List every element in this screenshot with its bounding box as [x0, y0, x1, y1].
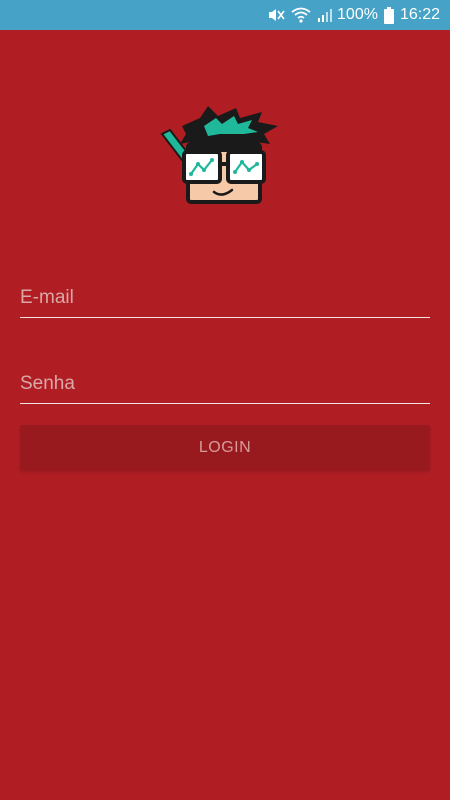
signal-icon	[317, 7, 333, 23]
login-screen: 100% 16:22 E-mail LOGIN	[0, 0, 450, 800]
battery-icon	[383, 6, 394, 24]
wifi-icon	[291, 7, 311, 23]
status-bar: 100% 16:22	[0, 0, 450, 30]
clock: 16:22	[399, 6, 440, 23]
password-field[interactable]	[20, 364, 430, 404]
nerd-mascot-logo	[160, 104, 290, 208]
email-underline	[20, 317, 430, 318]
email-field[interactable]	[20, 278, 430, 318]
password-field-container	[20, 364, 430, 404]
login-button[interactable]: LOGIN	[20, 425, 430, 470]
battery-percent: 100%	[337, 6, 378, 23]
email-field-container	[20, 278, 430, 318]
mute-icon	[267, 7, 285, 23]
password-underline	[20, 403, 430, 404]
